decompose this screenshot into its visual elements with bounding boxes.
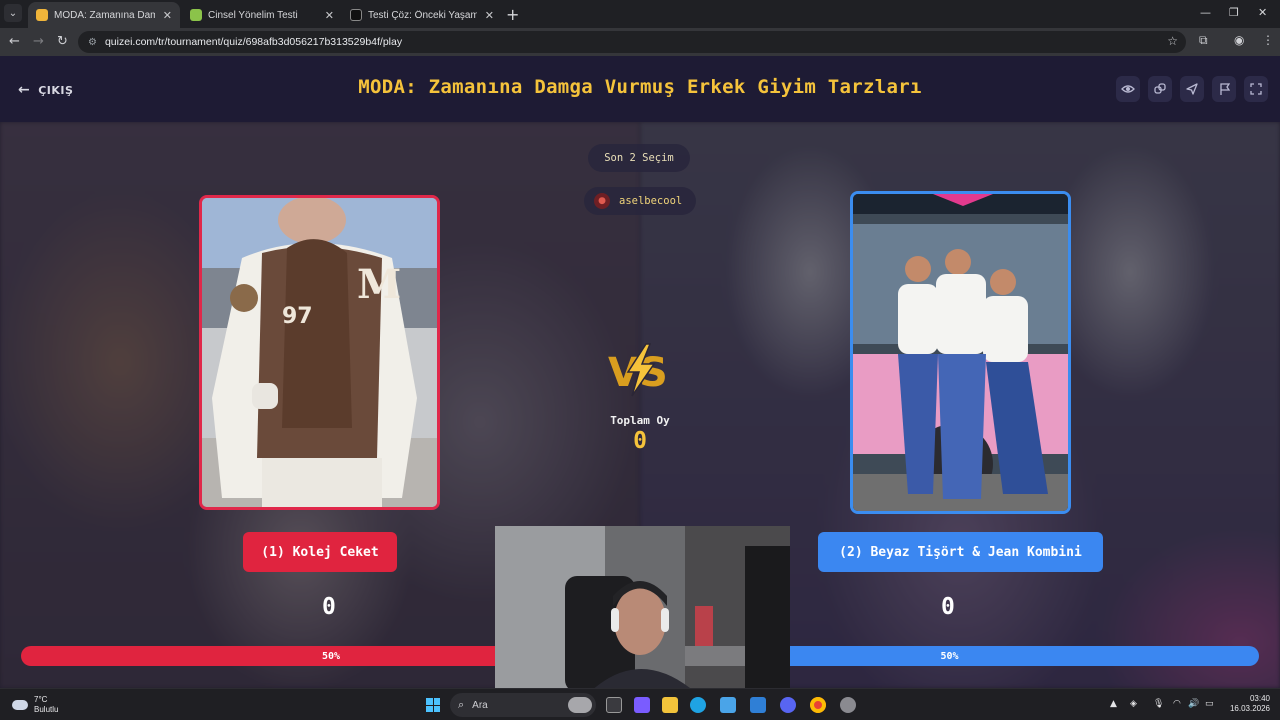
tray-chevron-icon[interactable]: ▲	[1110, 699, 1117, 709]
streamer-webcam-image	[495, 526, 790, 688]
forward-icon[interactable]: →	[33, 34, 44, 49]
user-badge[interactable]: ● aselbecool	[584, 187, 696, 215]
extensions-icon[interactable]: ⧉	[1199, 33, 1208, 48]
tab-testi[interactable]: Testi Çöz: Önceki Yaşamındaki Ci ✕	[342, 2, 502, 28]
wifi-icon[interactable]: ◠	[1173, 699, 1181, 709]
tab-moda[interactable]: MODA: Zamanına Damga Vurmuş ✕	[28, 2, 180, 28]
tab-cinsel[interactable]: Cinsel Yönelim Testi ✕	[182, 2, 342, 28]
vs-logo-icon: VS	[608, 343, 668, 397]
widget-thumbnail-icon[interactable]	[568, 697, 592, 713]
clock-time: 03:40	[1249, 694, 1270, 703]
page-title: MODA: Zamanına Damga Vurmuş Erkek Giyim …	[358, 76, 922, 98]
search-placeholder: Ara	[472, 699, 488, 711]
close-window-icon[interactable]: ✕	[1258, 6, 1267, 19]
task-view-icon[interactable]	[606, 697, 622, 713]
browser-toolbar: ← → ↻ ⚙ quizei.com/tr/tournament/quiz/69…	[0, 28, 1280, 56]
option-1-image[interactable]: M 97	[199, 195, 440, 510]
reload-icon[interactable]: ↻	[57, 34, 68, 49]
weather-desc: Bulutlu	[34, 705, 59, 714]
search-icon: ⌕	[458, 698, 465, 711]
m365-icon[interactable]	[634, 697, 650, 713]
volume-icon[interactable]: 🔊	[1188, 699, 1199, 709]
windows-start-icon[interactable]	[426, 698, 440, 712]
quizei-favicon-icon	[190, 9, 202, 21]
avatar: ●	[594, 193, 610, 209]
option-1-percent: 50%	[321, 650, 341, 662]
option-1-button[interactable]: (1) Kolej Ceket	[243, 532, 397, 572]
tab-search-button[interactable]: ⌄	[4, 4, 22, 22]
clock-date: 16.03.2026	[1229, 704, 1270, 713]
username: aselbecool	[619, 195, 683, 207]
new-tab-button[interactable]: +	[506, 5, 519, 24]
svg-text:M: M	[357, 261, 401, 308]
white-tshirt-jeans-photo	[853, 194, 1068, 511]
minimize-icon[interactable]: —	[1200, 6, 1211, 19]
mail-icon[interactable]	[750, 697, 766, 713]
back-icon[interactable]: ←	[9, 34, 20, 49]
screen: ⌄ MODA: Zamanına Damga Vurmuş ✕ Cinsel Y…	[0, 0, 1280, 720]
cloud-icon	[12, 700, 28, 710]
round-badge: Son 2 Seçim	[588, 144, 690, 172]
close-tab-icon[interactable]: ✕	[485, 9, 494, 22]
quiz-page: ← ÇIKIŞ MODA: Zamanına Damga Vurmuş Erke…	[0, 56, 1280, 688]
fullscreen-icon[interactable]	[1244, 76, 1268, 102]
close-tab-icon[interactable]: ✕	[163, 9, 172, 22]
link-icon[interactable]	[1148, 76, 1172, 102]
microphone-icon[interactable]: 🎙	[1153, 699, 1164, 709]
system-clock[interactable]: 03:40 16.03.2026	[1224, 694, 1270, 714]
jacket-photo: M 97	[202, 198, 437, 507]
total-votes-value: 0	[633, 428, 647, 454]
app-tray-icon[interactable]: ◈	[1130, 699, 1137, 709]
restore-icon[interactable]: ❐	[1229, 6, 1239, 19]
flag-icon[interactable]	[1212, 76, 1236, 102]
weather-widget[interactable]: 7°C Bulutlu	[12, 695, 58, 715]
webcam-overlay	[495, 526, 790, 688]
app-icon[interactable]	[840, 697, 856, 713]
chrome-icon[interactable]	[810, 697, 826, 713]
option-1-votes: 0	[322, 594, 336, 620]
discord-icon[interactable]	[780, 697, 796, 713]
option-2-votes: 0	[941, 594, 955, 620]
option-2-percent: 50%	[940, 650, 959, 662]
weather-temp: 7°C	[34, 695, 48, 704]
quiz-header: ← ÇIKIŞ MODA: Zamanına Damga Vurmuş Erke…	[0, 56, 1280, 122]
edge-icon[interactable]	[690, 697, 706, 713]
battery-icon[interactable]: ▭	[1205, 699, 1214, 709]
option-2-image[interactable]	[850, 191, 1071, 514]
file-explorer-icon[interactable]	[662, 697, 678, 713]
total-votes-label: Toplam Oy	[610, 414, 670, 427]
profile-icon[interactable]: ◉	[1234, 33, 1244, 47]
eye-icon[interactable]	[1116, 76, 1140, 102]
send-icon[interactable]	[1180, 76, 1204, 102]
close-tab-icon[interactable]: ✕	[325, 9, 334, 22]
svg-text:97: 97	[282, 304, 313, 329]
bookmark-star-icon[interactable]: ☆	[1167, 34, 1178, 48]
browser-tabstrip: ⌄ MODA: Zamanına Damga Vurmuş ✕ Cinsel Y…	[0, 0, 1280, 28]
option-2-button[interactable]: (2) Beyaz Tişört & Jean Kombini	[818, 532, 1103, 572]
site-favicon-icon	[350, 9, 362, 21]
menu-icon[interactable]: ⋮	[1262, 33, 1274, 47]
store-icon[interactable]	[720, 697, 736, 713]
site-info-icon[interactable]: ⚙	[88, 37, 97, 48]
quizei-favicon-icon	[36, 9, 48, 21]
address-bar[interactable]: ⚙ quizei.com/tr/tournament/quiz/698afb3d…	[78, 31, 1186, 53]
windows-taskbar: 7°C Bulutlu ⌕ Ara ▲ ◈ 🎙 ◠ 🔊 ▭ 03:40 16.0…	[0, 688, 1280, 720]
